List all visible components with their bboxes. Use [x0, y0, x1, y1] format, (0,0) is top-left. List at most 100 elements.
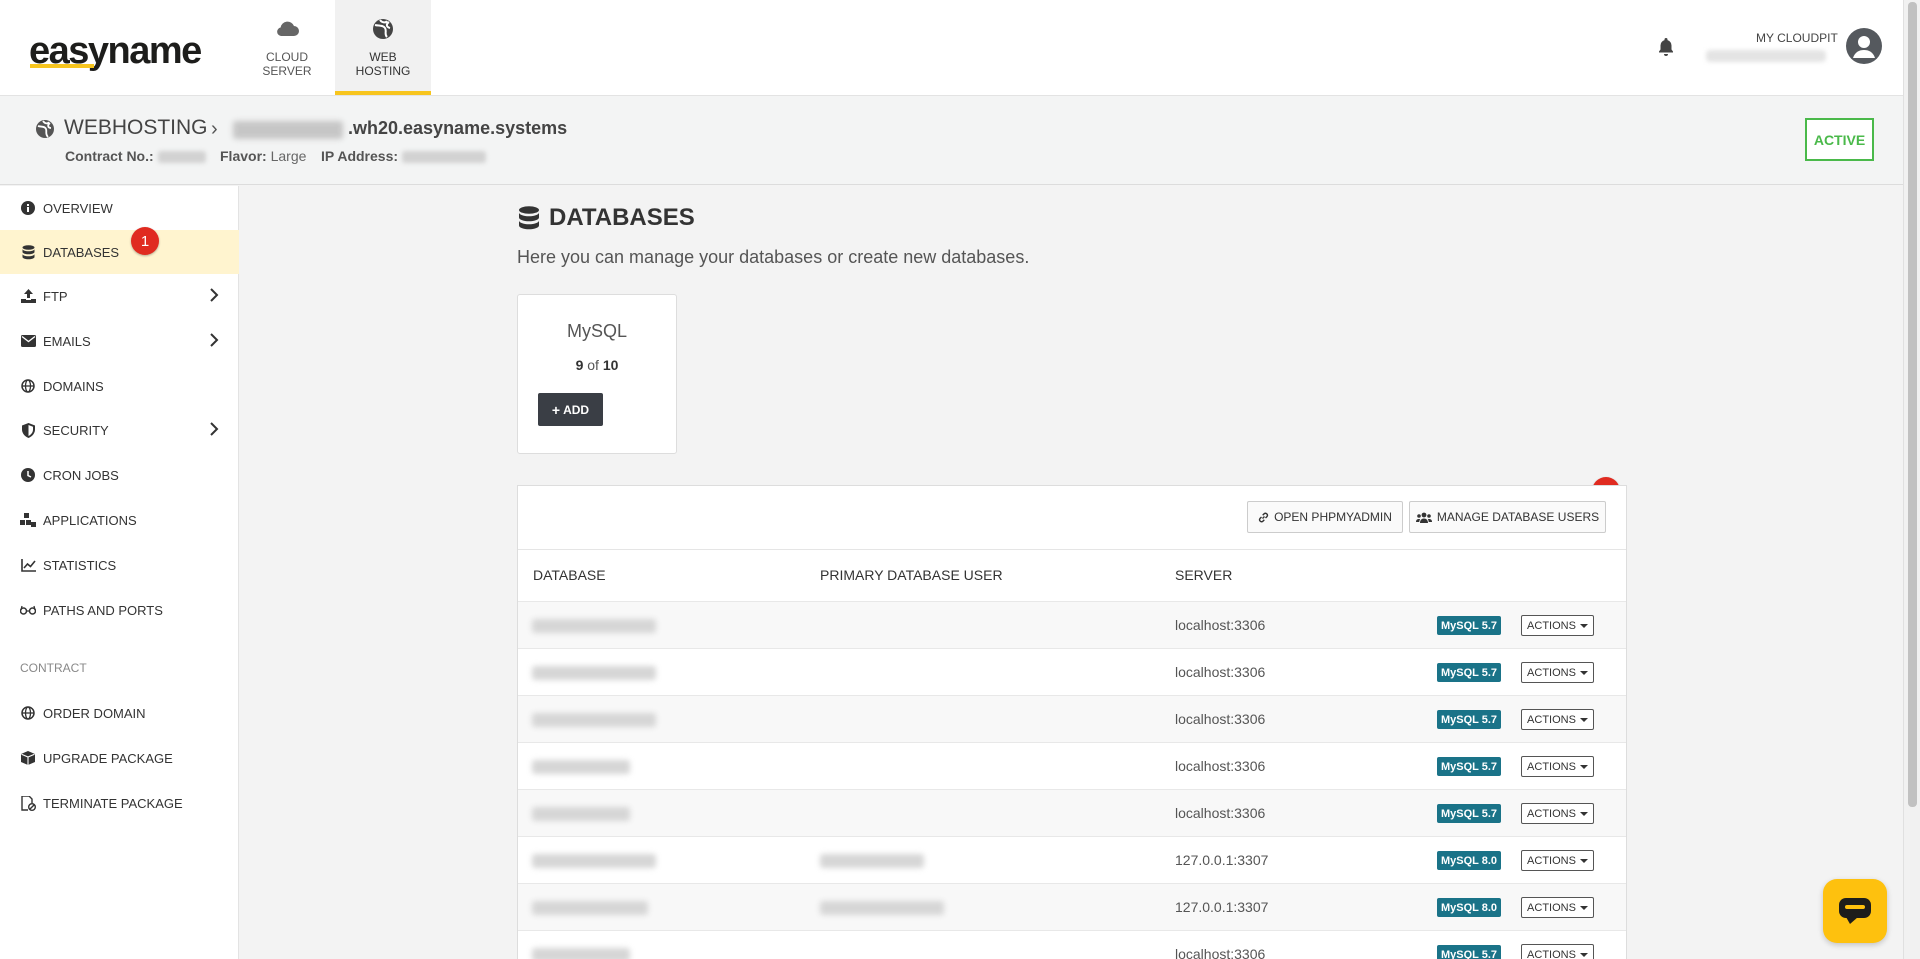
server-address: localhost:3306 — [1175, 946, 1266, 959]
contract-number-redacted — [157, 151, 206, 164]
actions-label: ACTIONS — [1527, 807, 1576, 820]
sidebar-item-order-domain[interactable]: ORDER DOMAIN — [0, 691, 239, 735]
sidebar-item-statistics[interactable]: STATISTICS — [0, 543, 239, 587]
sidebar-item-overview[interactable]: OVERVIEW — [0, 186, 239, 230]
chat-launcher-button[interactable] — [1823, 879, 1887, 943]
sidebar-item-label: TERMINATE PACKAGE — [43, 795, 183, 811]
chat-bubble-icon — [1839, 898, 1871, 924]
database-name-redacted — [532, 713, 656, 727]
table-row: 127.0.0.1:3307 MySQL 8.0 ACTIONS — [518, 836, 1626, 883]
sidebar-item-label: DOMAINS — [43, 378, 104, 394]
actions-dropdown-button[interactable]: ACTIONS — [1521, 803, 1594, 824]
manage-database-users-label: MANAGE DATABASE USERS — [1436, 510, 1600, 524]
mysql-version-badge: MySQL 8.0 — [1437, 851, 1501, 870]
cubes-icon — [20, 512, 36, 528]
sidebar-heading-contract: CONTRACT — [20, 661, 87, 675]
flavor-value: Large — [270, 148, 307, 164]
actions-dropdown-button[interactable]: ACTIONS — [1521, 662, 1594, 683]
actions-dropdown-button[interactable]: ACTIONS — [1521, 615, 1594, 636]
scrollbar-thumb[interactable] — [1908, 2, 1917, 807]
shield-icon — [20, 422, 36, 438]
actions-label: ACTIONS — [1527, 948, 1576, 959]
actions-label: ACTIONS — [1527, 854, 1576, 867]
sidebar-item-domains[interactable]: DOMAINS — [0, 364, 239, 408]
actions-dropdown-button[interactable]: ACTIONS — [1521, 709, 1594, 730]
sidebar-item-cron-jobs[interactable]: CRON JOBS — [0, 453, 239, 497]
contract-number: Contract No.: — [65, 148, 206, 164]
sidebar-item-applications[interactable]: APPLICATIONS — [0, 498, 239, 542]
users-icon — [1415, 512, 1432, 523]
ip-address-redacted — [401, 151, 486, 164]
table-row: 127.0.0.1:3307 MySQL 8.0 ACTIONS — [518, 883, 1626, 930]
actions-dropdown-button[interactable]: ACTIONS — [1521, 756, 1594, 777]
section-title: DATABASES — [518, 204, 695, 232]
section-subtitle: Here you can manage your databases or cr… — [517, 247, 1030, 267]
server-address: localhost:3306 — [1175, 805, 1266, 821]
avatar[interactable] — [1846, 28, 1882, 64]
caret-down-icon — [1579, 858, 1588, 863]
server-address: localhost:3306 — [1175, 617, 1266, 633]
globe-icon — [36, 120, 54, 138]
nav-tab-label-line2: HOSTING — [355, 64, 411, 78]
open-phpmyadmin-label: OPEN PHPMYADMIN — [1274, 510, 1392, 524]
nav-tab-cloud-server[interactable]: CLOUD SERVER — [239, 0, 335, 95]
nav-tab-label-line1: WEB — [369, 50, 397, 64]
section-title-text: DATABASES — [549, 204, 695, 231]
quota-count: 9 of 10 — [518, 357, 676, 373]
sidebar-item-label: DATABASES — [43, 244, 120, 260]
sidebar-item-emails[interactable]: EMAILS — [0, 319, 239, 363]
bell-icon[interactable] — [1656, 36, 1676, 56]
manage-database-users-button[interactable]: MANAGE DATABASE USERS — [1409, 501, 1606, 533]
open-phpmyadmin-button[interactable]: OPEN PHPMYADMIN — [1247, 501, 1403, 533]
sidebar-item-databases[interactable]: DATABASES — [0, 230, 239, 274]
sidebar-item-label: ORDER DOMAIN — [43, 705, 146, 721]
ip-address: IP Address: — [321, 148, 486, 164]
actions-label: ACTIONS — [1527, 901, 1576, 914]
database-name-redacted — [532, 760, 630, 774]
actions-dropdown-button[interactable]: ACTIONS — [1521, 944, 1594, 959]
account-label[interactable]: MY CLOUDPIT — [1756, 31, 1838, 45]
add-database-button[interactable]: + ADD — [538, 393, 603, 426]
quota-total: 10 — [602, 357, 619, 373]
server-address: 127.0.0.1:3307 — [1175, 899, 1269, 915]
table-row: localhost:3306 MySQL 5.7 ACTIONS — [518, 695, 1626, 742]
mysql-version-badge: MySQL 5.7 — [1437, 710, 1501, 729]
table-row: localhost:3306 MySQL 5.7 ACTIONS — [518, 789, 1626, 836]
actions-dropdown-button[interactable]: ACTIONS — [1521, 850, 1594, 871]
database-name-redacted — [532, 901, 648, 915]
database-name-redacted — [532, 854, 656, 868]
clock-icon — [20, 467, 36, 483]
mysql-version-badge: MySQL 5.7 — [1437, 663, 1501, 682]
add-button-label: ADD — [563, 402, 590, 417]
flavor: Flavor: Large — [220, 148, 306, 164]
sidebar-item-label: STATISTICS — [43, 557, 117, 573]
mysql-quota-card: MySQL 9 of 10 + ADD — [517, 294, 677, 454]
envelope-icon — [20, 333, 36, 349]
sidebar-item-security[interactable]: SECURITY — [0, 408, 239, 452]
page-title: WEBHOSTING — [64, 116, 208, 139]
status-badge: ACTIVE — [1805, 118, 1874, 161]
mysql-version-badge: MySQL 5.7 — [1437, 616, 1501, 635]
database-table-panel: OPEN PHPMYADMIN MANAGE DATABASE USERS DA… — [517, 485, 1627, 959]
quota-of: of — [587, 357, 599, 373]
column-header-server: SERVER — [1175, 567, 1233, 583]
actions-dropdown-button[interactable]: ACTIONS — [1521, 897, 1594, 918]
actions-label: ACTIONS — [1527, 666, 1576, 679]
sidebar-item-terminate-package[interactable]: TERMINATE PACKAGE — [0, 781, 239, 825]
table-row: localhost:3306 MySQL 5.7 ACTIONS — [518, 648, 1626, 695]
cloud-icon — [277, 21, 299, 36]
quota-used: 9 — [575, 357, 584, 373]
file-cancel-icon — [20, 795, 36, 811]
box-icon — [20, 750, 36, 766]
sidebar-item-upgrade-package[interactable]: UPGRADE PACKAGE — [0, 736, 239, 780]
top-navigation-bar: easyname CLOUD SERVER WEB HOSTING MY CLO… — [0, 0, 1903, 96]
actions-label: ACTIONS — [1527, 760, 1576, 773]
page-scrollbar[interactable] — [1903, 0, 1920, 959]
sidebar-item-paths-and-ports[interactable]: PATHS AND PORTS — [0, 588, 239, 632]
sidebar-item-ftp[interactable]: FTP — [0, 274, 239, 318]
nav-tab-web-hosting[interactable]: WEB HOSTING — [335, 0, 431, 95]
sidebar-item-label: PATHS AND PORTS — [43, 602, 163, 618]
database-user-redacted — [820, 854, 924, 868]
chevron-right-icon — [210, 422, 219, 436]
nav-tab-label-line1: CLOUD — [265, 50, 308, 64]
